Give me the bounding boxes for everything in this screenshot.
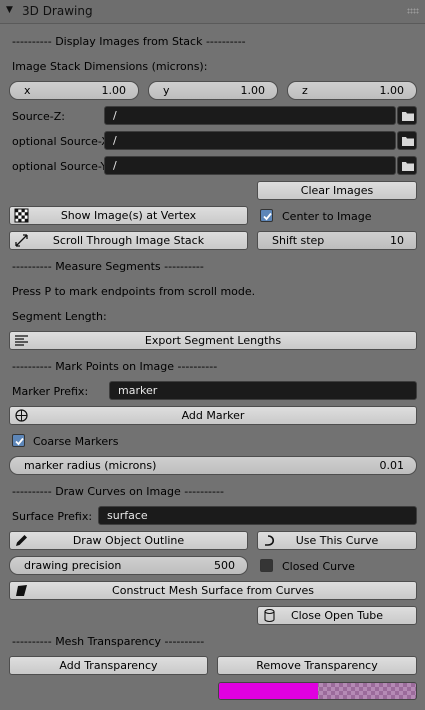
dim-z-value: 1.00: [379, 84, 405, 97]
collapse-triangle-icon[interactable]: ▼: [6, 5, 13, 15]
dim-z-label: z: [302, 84, 308, 97]
pencil-icon: [16, 535, 27, 546]
measure-heading: ---------- Measure Segments ----------: [12, 260, 204, 273]
shift-step-label: Shift step: [272, 234, 325, 247]
closed-curve-label: Closed Curve: [282, 560, 355, 573]
dim-y-label: y: [163, 84, 170, 97]
scroll-stack-button[interactable]: Scroll Through Image Stack: [9, 231, 248, 250]
source-x-browse-button[interactable]: [397, 131, 417, 150]
markers-heading: ---------- Mark Points on Image --------…: [12, 360, 218, 373]
source-x-label: optional Source-X:: [12, 135, 113, 148]
closed-curve-checkbox[interactable]: [260, 559, 273, 572]
close-tube-label: Close Open Tube: [290, 609, 384, 622]
source-x-input[interactable]: /: [104, 131, 396, 150]
segment-length-label: Segment Length:: [12, 310, 107, 323]
marker-radius-label: marker radius (microns): [24, 459, 157, 472]
source-z-input[interactable]: /: [104, 106, 396, 125]
measure-hint: Press P to mark endpoints from scroll mo…: [12, 285, 256, 298]
shift-step-value: 10: [390, 234, 404, 247]
center-to-image-checkbox[interactable]: [260, 209, 273, 222]
folder-icon: [402, 137, 414, 146]
dim-x-label: x: [24, 84, 31, 97]
shift-step-field[interactable]: Shift step 10: [257, 231, 417, 250]
transparency-heading: ---------- Mesh Transparency ----------: [12, 635, 205, 648]
remove-transparency-button[interactable]: Remove Transparency: [217, 656, 417, 675]
source-y-browse-button[interactable]: [397, 156, 417, 175]
folder-icon: [402, 162, 414, 171]
export-segments-label: Export Segment Lengths: [144, 334, 282, 347]
marker-prefix-label: Marker Prefix:: [12, 385, 89, 398]
marker-radius-value: 0.01: [379, 459, 405, 472]
panel-title: 3D Drawing: [22, 4, 93, 18]
source-z-browse-button[interactable]: [397, 106, 417, 125]
marker-radius-field[interactable]: marker radius (microns) 0.01: [9, 456, 417, 475]
text-lines-icon: [15, 335, 28, 346]
checkmark-icon: [263, 212, 272, 221]
transparency-color-bar[interactable]: [218, 682, 417, 700]
marker-prefix-input[interactable]: marker: [109, 381, 417, 400]
draw-outline-label: Draw Object Outline: [72, 534, 185, 547]
drawing-precision-field[interactable]: drawing precision 500: [9, 556, 248, 575]
dim-z-field[interactable]: z 1.00: [287, 81, 417, 100]
panel-header[interactable]: ▼ 3D Drawing: [0, 0, 425, 24]
dim-y-field[interactable]: y 1.00: [148, 81, 278, 100]
source-y-label: optional Source-Y:: [12, 160, 110, 173]
show-images-button[interactable]: Show Image(s) at Vertex: [9, 206, 248, 225]
checkerboard-icon: [14, 208, 29, 223]
curve-hook-icon: [265, 535, 275, 546]
drag-grip-icon[interactable]: [407, 8, 419, 14]
add-marker-label: Add Marker: [181, 409, 245, 422]
construct-mesh-button[interactable]: Construct Mesh Surface from Curves: [9, 581, 417, 600]
source-y-input[interactable]: /: [104, 156, 396, 175]
add-marker-button[interactable]: Add Marker: [9, 406, 417, 425]
add-transparency-button[interactable]: Add Transparency: [9, 656, 208, 675]
center-to-image-label: Center to Image: [282, 210, 372, 223]
crosshair-icon: [15, 409, 28, 422]
dims-label: Image Stack Dimensions (microns):: [12, 60, 208, 73]
dim-x-value: 1.00: [101, 84, 127, 97]
cylinder-icon: [264, 608, 275, 623]
curves-heading: ---------- Draw Curves on Image --------…: [12, 485, 224, 498]
coarse-markers-checkbox[interactable]: [12, 434, 25, 447]
use-curve-label: Use This Curve: [295, 534, 379, 547]
mesh-surface-icon: [16, 585, 27, 596]
draw-outline-button[interactable]: Draw Object Outline: [9, 531, 248, 550]
show-images-label: Show Image(s) at Vertex: [60, 209, 197, 222]
scroll-stack-label: Scroll Through Image Stack: [52, 234, 205, 247]
drawing-precision-label: drawing precision: [24, 559, 122, 572]
surface-prefix-input[interactable]: surface: [98, 506, 417, 525]
export-segments-button[interactable]: Export Segment Lengths: [9, 331, 417, 350]
source-z-label: Source-Z:: [12, 110, 65, 123]
drawing-precision-value: 500: [214, 559, 235, 572]
transparency-color-fill: [219, 683, 318, 699]
checkmark-icon: [15, 437, 24, 446]
clear-images-button[interactable]: Clear Images: [257, 181, 417, 200]
construct-mesh-label: Construct Mesh Surface from Curves: [112, 584, 314, 597]
use-curve-button[interactable]: Use This Curve: [257, 531, 417, 550]
folder-icon: [402, 112, 414, 121]
surface-prefix-label: Surface Prefix:: [12, 510, 93, 523]
close-tube-button[interactable]: Close Open Tube: [257, 606, 417, 625]
dim-x-field[interactable]: x 1.00: [9, 81, 139, 100]
dim-y-value: 1.00: [240, 84, 266, 97]
coarse-markers-label: Coarse Markers: [33, 435, 119, 448]
expand-arrows-icon: [15, 234, 28, 247]
display-heading: ---------- Display Images from Stack ---…: [12, 35, 246, 48]
